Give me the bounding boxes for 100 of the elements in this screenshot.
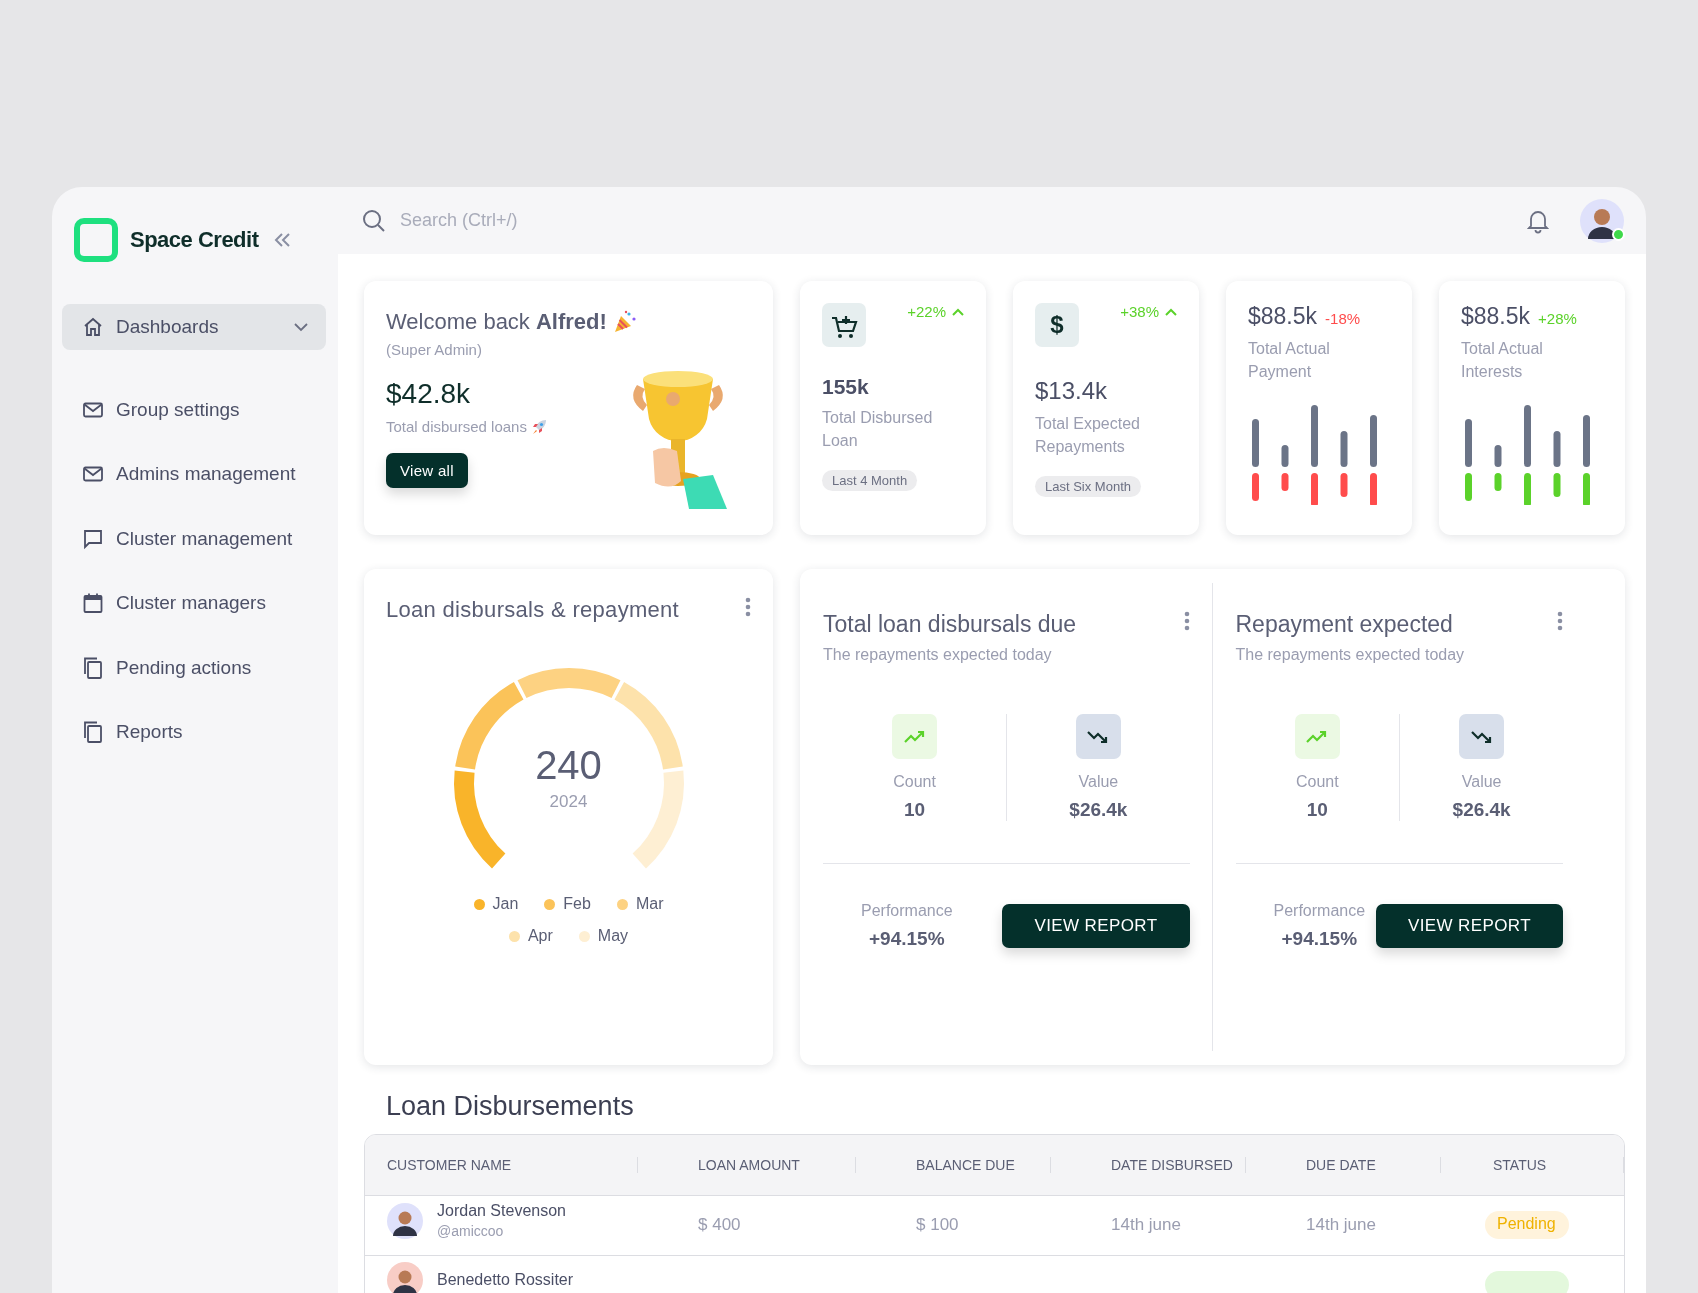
legend-label: Feb — [563, 895, 591, 913]
more-icon[interactable] — [1183, 611, 1190, 631]
stat-value: $13.4k — [1035, 377, 1108, 405]
bar — [1281, 473, 1289, 492]
bar — [1252, 419, 1259, 468]
caret-up-icon — [952, 308, 964, 316]
bar — [1311, 405, 1318, 468]
change-percent: +28% — [1538, 310, 1577, 327]
table-cell-text: 14th june — [1110, 1214, 1182, 1235]
menu-item[interactable]: Group settings — [62, 386, 326, 433]
bar — [1340, 473, 1348, 498]
table-cell-text: $ 100 — [915, 1214, 960, 1235]
table-cell-text: 14th june — [1305, 1214, 1377, 1235]
customer-handle: @amiccoo — [437, 1223, 505, 1239]
column-header: STATUS — [1441, 1157, 1624, 1173]
more-icon[interactable] — [1557, 611, 1563, 631]
more-icon[interactable] — [745, 597, 751, 617]
logo-icon — [74, 218, 118, 262]
period-tag: Last 4 Month — [822, 470, 918, 492]
bar — [1583, 415, 1590, 468]
bar — [1252, 473, 1259, 502]
menu-item[interactable]: Cluster managers — [62, 580, 326, 626]
user-avatar[interactable] — [1580, 198, 1624, 243]
caret-up-icon — [1165, 308, 1177, 316]
metric-label: Value — [1078, 773, 1119, 791]
stat-value: 155k — [822, 375, 869, 399]
menu-item[interactable]: Cluster management — [62, 515, 326, 562]
calendar-icon — [82, 592, 104, 614]
bar — [1370, 415, 1377, 468]
welcome-title: Welcome back Alfred! — [386, 309, 607, 335]
bar — [1465, 473, 1472, 502]
change-percent: +38% — [1120, 303, 1159, 320]
status-pill: Pending — [1485, 1211, 1569, 1239]
customer-name: Jordan Stevenson — [437, 1202, 566, 1220]
legend-label: Mar — [635, 895, 664, 913]
copy-icon — [82, 721, 104, 743]
customer-avatar — [387, 1202, 423, 1239]
performance-value: +94.15% — [869, 928, 945, 950]
metric-value: 10 — [904, 799, 926, 821]
bar — [1494, 473, 1502, 492]
performance-label: Performance — [1273, 902, 1366, 920]
bar — [1311, 473, 1318, 506]
card-title: Loan disbursals & repayment — [386, 597, 680, 623]
panel-subtitle: The repayments expected today — [823, 646, 1053, 664]
view-all-button[interactable]: View all — [386, 453, 468, 488]
metric-label: Count — [1296, 773, 1339, 791]
column-header: LOAN AMOUNT — [638, 1157, 856, 1173]
section-title: Loan Disbursements — [386, 1091, 635, 1122]
column-header: DUE DATE — [1246, 1157, 1441, 1173]
collapse-icon[interactable] — [272, 232, 291, 248]
panel-title: Total loan disbursals due — [823, 611, 1077, 638]
legend-label: May — [597, 927, 629, 945]
search-icon — [362, 208, 386, 233]
stat-label: Total Disbursed Loan — [822, 408, 934, 452]
metric-label: Value — [1461, 773, 1502, 791]
search-field[interactable]: Search (Ctrl+/) — [398, 209, 702, 232]
column-header: CUSTOMER NAME — [365, 1157, 638, 1173]
dollar-symbol: $ — [1050, 311, 1064, 339]
trending-up-icon — [902, 728, 927, 745]
amount-caption: Total disbursed loans — [386, 418, 527, 435]
trending-down-icon — [1469, 728, 1494, 745]
performance-value: +94.15% — [1281, 928, 1358, 950]
menu-item[interactable]: Pending actions — [62, 644, 326, 691]
metric-label: Count — [893, 773, 936, 791]
menu-item[interactable]: Reports — [62, 709, 326, 755]
bar — [1524, 405, 1531, 468]
panel-title: Repayment expected — [1235, 611, 1454, 638]
gauge-total: 240 — [535, 743, 602, 788]
home-icon — [82, 316, 104, 338]
gauge-year: 2024 — [549, 792, 588, 812]
table-cell-text: $ 400 — [697, 1214, 742, 1235]
bar — [1553, 431, 1561, 468]
legend-label: Jan — [492, 895, 519, 913]
panel-subtitle: The repayments expected today — [1235, 646, 1465, 664]
menu-item[interactable]: Admins management — [62, 451, 326, 497]
stat-value: $88.5k — [1248, 303, 1318, 330]
view-report-button[interactable]: VIEW REPORT — [1375, 904, 1563, 948]
customer-avatar — [387, 1262, 423, 1293]
chat-icon — [82, 527, 104, 550]
view-report-button[interactable]: VIEW REPORT — [1002, 904, 1190, 948]
metric-value: 10 — [1306, 799, 1328, 821]
customer-name: Benedetto Rossiter — [437, 1271, 574, 1289]
change-percent: -18% — [1325, 310, 1361, 327]
column-header: BALANCE DUE — [856, 1157, 1051, 1173]
bar — [1340, 431, 1348, 468]
bar — [1494, 445, 1502, 468]
legend-label: Apr — [527, 927, 553, 945]
metric-value: $26.4k — [1452, 799, 1511, 821]
stat-label: Total Actual Interests — [1461, 339, 1544, 383]
period-tag: Last Six Month — [1035, 476, 1141, 498]
bar — [1583, 473, 1590, 506]
rocket-icon — [530, 418, 547, 435]
party-popper-icon — [612, 310, 637, 334]
bar — [1553, 473, 1561, 498]
bar — [1281, 445, 1289, 468]
metric-value: $26.4k — [1069, 799, 1128, 821]
brand-name: Space Credit — [130, 227, 259, 253]
stat-label: Total Expected Repayments — [1035, 414, 1141, 458]
menu-item[interactable]: Dashboards — [62, 304, 326, 350]
bar — [1370, 473, 1377, 506]
